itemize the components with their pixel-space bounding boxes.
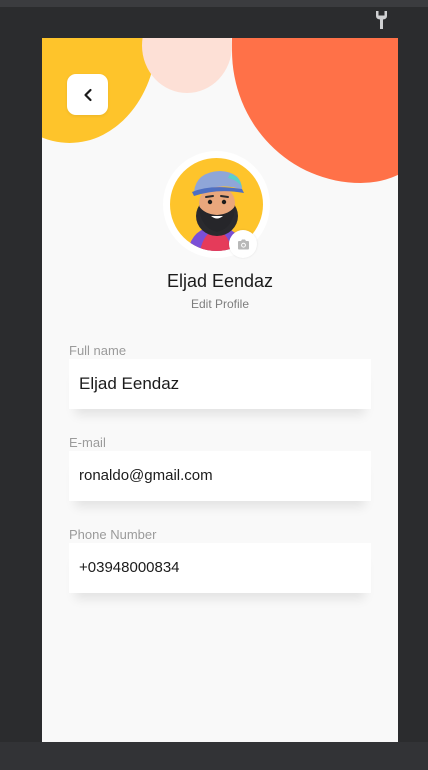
window-top-bar [0,0,428,7]
full-name-label: Full name [69,343,127,358]
profile-screen: Eljad Eendaz Edit Profile Full name Elja… [42,38,398,742]
camera-icon [237,239,249,249]
full-name-value: Eljad Eendaz [79,374,180,393]
phone-label: Phone Number [69,527,157,542]
phone-field[interactable]: +03948000834 [69,543,371,593]
window-bottom-bar [0,742,428,770]
phone-value: +03948000834 [79,559,180,576]
email-value: ronaldo@gmail.com [79,467,213,484]
email-field[interactable]: ronaldo@gmail.com [69,451,371,501]
profile-name: Eljad Eendaz [166,271,274,291]
change-photo-button[interactable] [229,230,257,258]
edit-profile-link[interactable]: Edit Profile [42,297,398,311]
decorative-orange-blob [232,38,398,183]
wrench-icon[interactable] [372,10,390,30]
decorative-peach-blob [142,38,232,93]
back-button[interactable] [67,74,108,115]
email-label: E-mail [69,435,106,450]
chevron-left-icon [83,88,92,101]
full-name-field[interactable]: Eljad Eendaz [69,359,371,409]
